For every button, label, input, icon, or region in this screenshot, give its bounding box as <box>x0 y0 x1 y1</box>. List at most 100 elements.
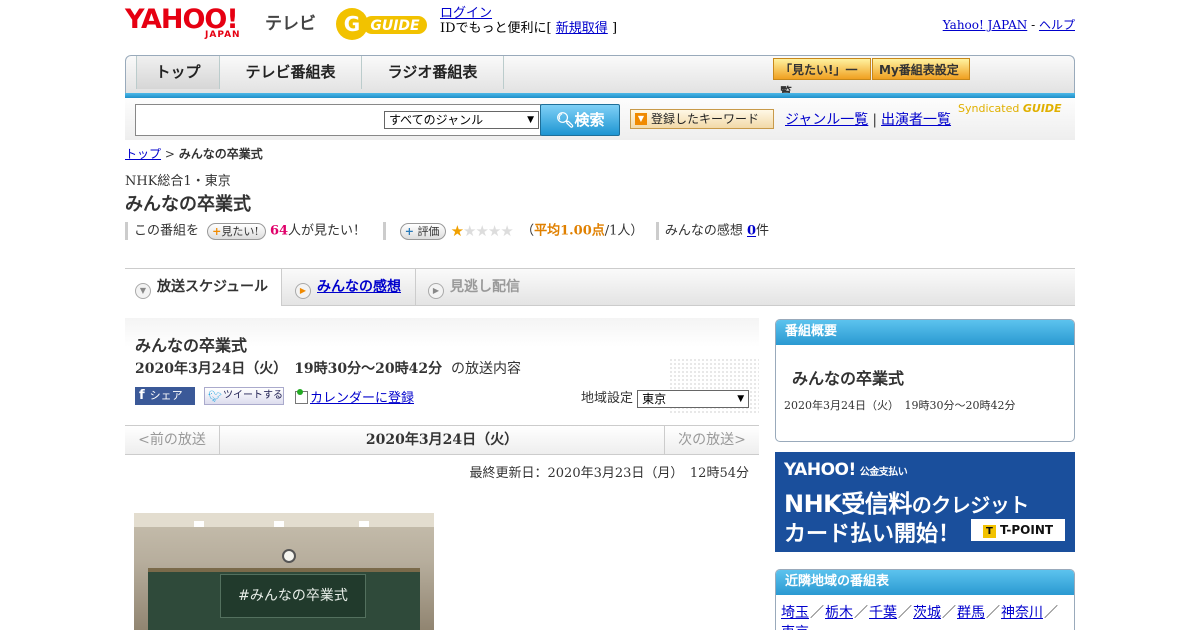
syndicated-text: Syndicated <box>958 102 1020 115</box>
rating-voters: /1人） <box>604 223 644 239</box>
banner-line1b: のクレジット <box>911 493 1030 517</box>
impressions-count-link[interactable]: 0 <box>747 224 756 239</box>
main-content: みんなの卒業式 2020年3月24日（火） 19時30分～20時42分 の放送内… <box>125 318 759 630</box>
page-title: みんなの卒業式 <box>125 194 251 215</box>
genre-select[interactable]: すべてのジャンル ▼ <box>384 111 539 129</box>
nearby-link-saitama[interactable]: 埼玉 <box>781 605 809 621</box>
nearby-link-ibaraki[interactable]: 茨城 <box>913 605 941 621</box>
facebook-share-button[interactable]: f シェア <box>135 387 195 405</box>
breadcrumb-separator: > <box>164 147 175 161</box>
region-select-value: 東京 <box>642 391 667 406</box>
impressions-label: みんなの感想 <box>664 223 743 239</box>
divider <box>382 222 386 240</box>
syndicated-gguide-text: GUIDE <box>1022 102 1062 115</box>
nearby-regions-links: 埼玉／栃木／千葉／茨城／群馬／神奈川／東京 <box>776 595 1074 630</box>
help-link[interactable]: ヘルプ <box>1039 18 1075 32</box>
mitai-count: 64 <box>269 223 289 239</box>
nearby-separator: ／ <box>898 605 912 621</box>
divider <box>655 222 659 240</box>
nearby-separator: ／ <box>854 605 868 621</box>
register-link[interactable]: 新規取得 <box>556 21 608 36</box>
nearby-link-gunma[interactable]: 群馬 <box>957 605 985 621</box>
registered-keyword-label: 登録したキーワード <box>651 112 760 126</box>
mitai-button[interactable]: +見たい! <box>207 222 266 240</box>
login-text-post: ] <box>611 21 618 36</box>
nhk-credit-banner[interactable]: YAHOO! 公金支払い NHK受信料のクレジット カード払い開始！ T T-POI… <box>775 452 1075 552</box>
last-updated: 最終更新日：2020年3月23日（月） 12時54分 <box>469 466 749 481</box>
nearby-link-chiba[interactable]: 千葉 <box>869 605 897 621</box>
program-thumbnail: #みんなの卒業式 <box>134 513 434 630</box>
program-summary-header: 番組概要 <box>776 320 1074 345</box>
breadcrumb: トップ > みんなの卒業式 <box>125 145 263 162</box>
tab-impressions[interactable]: ▶ みんなの感想 <box>295 269 401 306</box>
search-button-label: 検索 <box>574 111 605 129</box>
nearby-separator: ／ <box>942 605 956 621</box>
syndicated-gguide-logo: Syndicated GUIDE <box>958 102 1062 115</box>
main-nav: トップ テレビ番組表 ラジオ番組表 「見たい!」一覧 My番組表設定 <box>125 55 1075 99</box>
rate-button-label: 評価 <box>417 224 440 238</box>
banner-line1: NHK受信料のクレジット <box>784 484 1029 519</box>
banner-line1a: NHK受信料 <box>784 490 912 518</box>
search-bar: すべてのジャンル ▼ 🔍︎検索 ▼ 登録したキーワード ジャンル一覧 | 出演者一覧… <box>125 98 1075 140</box>
genre-list-link[interactable]: ジャンル一覧 <box>785 112 868 128</box>
blackboard-text: #みんなの卒業式 <box>220 574 366 618</box>
prev-broadcast-button[interactable]: <前の放送 <box>125 426 220 454</box>
ceiling-light <box>194 521 204 527</box>
login-box: ログイン IDでもっと便利に[ 新規取得 ] <box>440 6 617 36</box>
station-name: NHK総合1・東京 <box>125 174 231 189</box>
facebook-icon: f <box>139 388 145 403</box>
facebook-share-label: シェア <box>149 389 183 402</box>
day-navigation: <前の放送 2020年3月24日（火） 次の放送> <box>125 425 759 455</box>
service-name[interactable]: テレビ <box>265 9 316 34</box>
yahoo-japan-link[interactable]: Yahoo! JAPAN <box>943 18 1028 32</box>
broadcast-datetime-bold: 2020年3月24日（火） 19時30分～20時42分 <box>135 361 443 377</box>
tweet-button[interactable]: 🐦︎ ツイートする <box>204 387 284 405</box>
region-label: 地域設定 <box>581 391 634 406</box>
tab-top[interactable]: トップ <box>136 56 220 89</box>
broadcast-datetime: 2020年3月24日（火） 19時30分～20時42分 の放送内容 <box>135 358 521 378</box>
link-divider: | <box>872 112 878 128</box>
tab-missed-label: 見逃し配信 <box>450 279 520 295</box>
classroom-ceiling <box>134 513 434 527</box>
chevron-down-icon: ▼ <box>737 393 745 404</box>
chevron-right-icon: ▶ <box>428 283 444 299</box>
program-summary-box: 番組概要 みんなの卒業式 2020年3月24日（火） 19時30分～20時42分 <box>775 319 1075 442</box>
tab-schedule[interactable]: ▼ 放送スケジュール <box>125 269 282 306</box>
program-stats-row: この番組を +見たい! 64人が見たい！ + 評価 ★★★★★ （平均1.00点… <box>125 221 769 241</box>
chevron-down-icon: ▼ <box>527 115 534 125</box>
calendar-register[interactable]: カレンダーに登録 <box>295 387 414 406</box>
tab-radio-schedule[interactable]: ラジオ番組表 <box>362 56 504 89</box>
this-program-label: この番組を <box>134 223 200 239</box>
search-button[interactable]: 🔍︎検索 <box>540 104 620 136</box>
tpoint-icon: T <box>982 525 996 538</box>
next-broadcast-button[interactable]: 次の放送> <box>664 426 759 454</box>
tab-tv-schedule[interactable]: テレビ番組表 <box>220 56 362 89</box>
rate-button[interactable]: + 評価 <box>399 222 447 240</box>
nearby-separator: ／ <box>1044 605 1058 621</box>
search-links: ジャンル一覧 | 出演者一覧 <box>785 109 951 129</box>
nearby-regions-box: 近隣地域の番組表 埼玉／栃木／千葉／茨城／群馬／神奈川／東京 <box>775 569 1075 630</box>
performer-list-link[interactable]: 出演者一覧 <box>881 112 951 128</box>
search-icon: 🔍︎ <box>555 111 575 129</box>
my-schedule-button[interactable]: My番組表設定 <box>872 58 970 80</box>
impressions-suffix: 件 <box>756 223 770 239</box>
nearby-separator: ／ <box>986 605 1000 621</box>
nearby-link-tokyo[interactable]: 東京 <box>781 625 809 630</box>
program-summary-title: みんなの卒業式 <box>792 369 905 388</box>
tab-schedule-label: 放送スケジュール <box>157 279 269 295</box>
gguide-logo[interactable]: G GUIDE <box>333 6 433 44</box>
breadcrumb-top-link[interactable]: トップ <box>125 147 161 161</box>
registered-keyword-button[interactable]: ▼ 登録したキーワード <box>630 109 774 129</box>
nearby-link-tochigi[interactable]: 栃木 <box>825 605 853 621</box>
banner-brand-sub: 公金支払い <box>859 467 908 478</box>
login-link[interactable]: ログイン <box>440 6 492 21</box>
triangle-down-icon: ▼ <box>635 113 647 125</box>
genre-select-value: すべてのジャンル <box>389 113 484 127</box>
region-select[interactable]: 東京 ▼ <box>637 389 750 408</box>
current-broadcast-date: 2020年3月24日（火） <box>365 432 519 448</box>
yahoo-japan-logo[interactable]: YAHOO! JAPAN <box>125 6 261 42</box>
calendar-register-link[interactable]: カレンダーに登録 <box>310 391 414 406</box>
divider <box>125 222 128 240</box>
mitai-list-button[interactable]: 「見たい!」一覧 <box>773 58 871 99</box>
nearby-link-kanagawa[interactable]: 神奈川 <box>1001 605 1043 621</box>
